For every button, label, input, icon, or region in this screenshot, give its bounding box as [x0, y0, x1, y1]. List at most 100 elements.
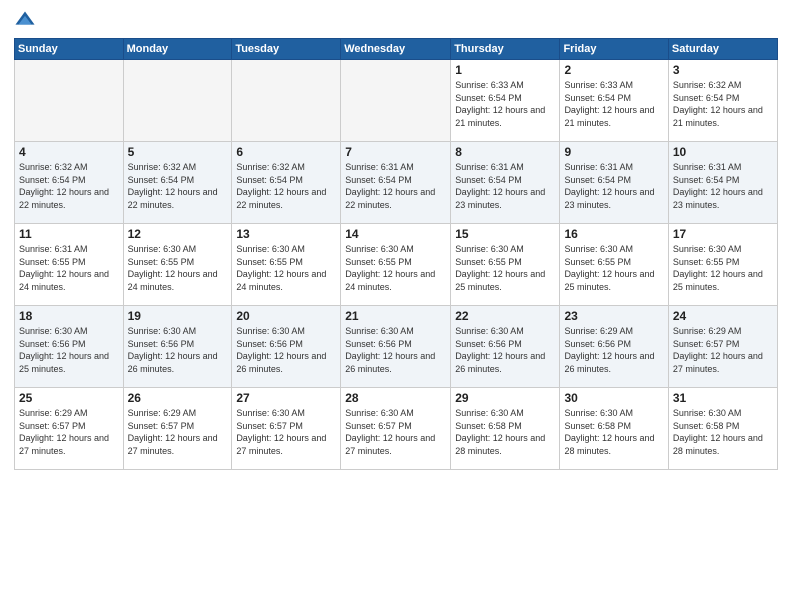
- header-day: Saturday: [668, 39, 777, 60]
- calendar-cell: 31 Sunrise: 6:30 AM Sunset: 6:58 PM Dayli…: [668, 388, 777, 470]
- day-info: Sunrise: 6:30 AM Sunset: 6:56 PM Dayligh…: [19, 325, 119, 375]
- day-info: Sunrise: 6:31 AM Sunset: 6:54 PM Dayligh…: [455, 161, 555, 211]
- header-day: Wednesday: [341, 39, 451, 60]
- day-info: Sunrise: 6:30 AM Sunset: 6:56 PM Dayligh…: [455, 325, 555, 375]
- day-info: Sunrise: 6:29 AM Sunset: 6:57 PM Dayligh…: [673, 325, 773, 375]
- day-number: 6: [236, 145, 336, 159]
- day-number: 23: [564, 309, 663, 323]
- header-day: Monday: [123, 39, 232, 60]
- day-number: 16: [564, 227, 663, 241]
- day-number: 15: [455, 227, 555, 241]
- day-info: Sunrise: 6:29 AM Sunset: 6:57 PM Dayligh…: [128, 407, 228, 457]
- day-info: Sunrise: 6:30 AM Sunset: 6:55 PM Dayligh…: [455, 243, 555, 293]
- calendar-cell: 7 Sunrise: 6:31 AM Sunset: 6:54 PM Daylig…: [341, 142, 451, 224]
- day-info: Sunrise: 6:30 AM Sunset: 6:58 PM Dayligh…: [455, 407, 555, 457]
- day-info: Sunrise: 6:30 AM Sunset: 6:55 PM Dayligh…: [345, 243, 446, 293]
- day-info: Sunrise: 6:31 AM Sunset: 6:54 PM Dayligh…: [345, 161, 446, 211]
- day-number: 19: [128, 309, 228, 323]
- calendar-cell: 13Sunrise: 6:30 AM Sunset: 6:55 PM Dayli…: [232, 224, 341, 306]
- calendar-cell: 21 Sunrise: 6:30 AM Sunset: 6:56 PM Dayli…: [341, 306, 451, 388]
- calendar-cell: 12 Sunrise: 6:30 AM Sunset: 6:55 PM Dayli…: [123, 224, 232, 306]
- header: [14, 10, 778, 32]
- calendar-cell: 26Sunrise: 6:29 AM Sunset: 6:57 PM Dayli…: [123, 388, 232, 470]
- calendar-cell: 10 Sunrise: 6:31 AM Sunset: 6:54 PM Dayli…: [668, 142, 777, 224]
- calendar-cell: 25 Sunrise: 6:29 AM Sunset: 6:57 PM Dayli…: [15, 388, 124, 470]
- calendar-cell: [15, 60, 124, 142]
- calendar-cell: [123, 60, 232, 142]
- calendar-cell: 19 Sunrise: 6:30 AM Sunset: 6:56 PM Dayli…: [123, 306, 232, 388]
- day-info: Sunrise: 6:30 AM Sunset: 6:57 PM Dayligh…: [345, 407, 446, 457]
- header-day: Sunday: [15, 39, 124, 60]
- calendar-cell: 30 Sunrise: 6:30 AM Sunset: 6:58 PM Dayli…: [560, 388, 668, 470]
- day-info: Sunrise: 6:30 AM Sunset: 6:58 PM Dayligh…: [564, 407, 663, 457]
- week-row: 1Sunrise: 6:33 AM Sunset: 6:54 PM Daylig…: [15, 60, 778, 142]
- day-info: Sunrise: 6:29 AM Sunset: 6:57 PM Dayligh…: [19, 407, 119, 457]
- day-number: 22: [455, 309, 555, 323]
- day-info: Sunrise: 6:31 AM Sunset: 6:54 PM Dayligh…: [564, 161, 663, 211]
- calendar-cell: 18 Sunrise: 6:30 AM Sunset: 6:56 PM Dayli…: [15, 306, 124, 388]
- calendar-cell: 22 Sunrise: 6:30 AM Sunset: 6:56 PM Dayli…: [451, 306, 560, 388]
- day-number: 10: [673, 145, 773, 159]
- calendar-cell: 11 Sunrise: 6:31 AM Sunset: 6:55 PM Dayli…: [15, 224, 124, 306]
- day-number: 13: [236, 227, 336, 241]
- day-number: 11: [19, 227, 119, 241]
- calendar-cell: 24Sunrise: 6:29 AM Sunset: 6:57 PM Dayli…: [668, 306, 777, 388]
- day-info: Sunrise: 6:30 AM Sunset: 6:56 PM Dayligh…: [128, 325, 228, 375]
- calendar-cell: 15 Sunrise: 6:30 AM Sunset: 6:55 PM Dayli…: [451, 224, 560, 306]
- calendar-cell: 14Sunrise: 6:30 AM Sunset: 6:55 PM Dayli…: [341, 224, 451, 306]
- day-info: Sunrise: 6:30 AM Sunset: 6:56 PM Dayligh…: [236, 325, 336, 375]
- day-info: Sunrise: 6:31 AM Sunset: 6:54 PM Dayligh…: [673, 161, 773, 211]
- day-number: 31: [673, 391, 773, 405]
- day-info: Sunrise: 6:33 AM Sunset: 6:54 PM Dayligh…: [564, 79, 663, 129]
- calendar-cell: 5 Sunrise: 6:32 AM Sunset: 6:54 PM Daylig…: [123, 142, 232, 224]
- week-row: 4Sunrise: 6:32 AM Sunset: 6:54 PM Daylig…: [15, 142, 778, 224]
- calendar-cell: 9 Sunrise: 6:31 AM Sunset: 6:54 PM Daylig…: [560, 142, 668, 224]
- header-day: Tuesday: [232, 39, 341, 60]
- calendar-cell: 1Sunrise: 6:33 AM Sunset: 6:54 PM Daylig…: [451, 60, 560, 142]
- day-info: Sunrise: 6:32 AM Sunset: 6:54 PM Dayligh…: [128, 161, 228, 211]
- week-row: 18 Sunrise: 6:30 AM Sunset: 6:56 PM Dayli…: [15, 306, 778, 388]
- calendar-cell: 3Sunrise: 6:32 AM Sunset: 6:54 PM Daylig…: [668, 60, 777, 142]
- calendar-cell: [232, 60, 341, 142]
- day-info: Sunrise: 6:32 AM Sunset: 6:54 PM Dayligh…: [19, 161, 119, 211]
- calendar-cell: 4Sunrise: 6:32 AM Sunset: 6:54 PM Daylig…: [15, 142, 124, 224]
- day-number: 27: [236, 391, 336, 405]
- day-number: 17: [673, 227, 773, 241]
- calendar-cell: [341, 60, 451, 142]
- day-info: Sunrise: 6:31 AM Sunset: 6:55 PM Dayligh…: [19, 243, 119, 293]
- calendar-cell: 16Sunrise: 6:30 AM Sunset: 6:55 PM Dayli…: [560, 224, 668, 306]
- calendar-cell: 6 Sunrise: 6:32 AM Sunset: 6:54 PM Daylig…: [232, 142, 341, 224]
- day-number: 3: [673, 63, 773, 77]
- day-info: Sunrise: 6:30 AM Sunset: 6:55 PM Dayligh…: [128, 243, 228, 293]
- header-row: SundayMondayTuesdayWednesdayThursdayFrid…: [15, 39, 778, 60]
- day-number: 7: [345, 145, 446, 159]
- day-info: Sunrise: 6:30 AM Sunset: 6:56 PM Dayligh…: [345, 325, 446, 375]
- calendar-cell: 28 Sunrise: 6:30 AM Sunset: 6:57 PM Dayli…: [341, 388, 451, 470]
- day-number: 20: [236, 309, 336, 323]
- day-number: 9: [564, 145, 663, 159]
- day-number: 12: [128, 227, 228, 241]
- calendar-table: SundayMondayTuesdayWednesdayThursdayFrid…: [14, 38, 778, 470]
- day-number: 21: [345, 309, 446, 323]
- header-day: Thursday: [451, 39, 560, 60]
- day-number: 25: [19, 391, 119, 405]
- day-number: 2: [564, 63, 663, 77]
- day-info: Sunrise: 6:30 AM Sunset: 6:58 PM Dayligh…: [673, 407, 773, 457]
- calendar-cell: 20 Sunrise: 6:30 AM Sunset: 6:56 PM Dayli…: [232, 306, 341, 388]
- header-day: Friday: [560, 39, 668, 60]
- week-row: 11 Sunrise: 6:31 AM Sunset: 6:55 PM Dayli…: [15, 224, 778, 306]
- calendar-cell: 17Sunrise: 6:30 AM Sunset: 6:55 PM Dayli…: [668, 224, 777, 306]
- day-number: 29: [455, 391, 555, 405]
- week-row: 25 Sunrise: 6:29 AM Sunset: 6:57 PM Dayli…: [15, 388, 778, 470]
- day-number: 28: [345, 391, 446, 405]
- day-number: 18: [19, 309, 119, 323]
- page: SundayMondayTuesdayWednesdayThursdayFrid…: [0, 0, 792, 612]
- day-number: 30: [564, 391, 663, 405]
- day-number: 5: [128, 145, 228, 159]
- calendar-cell: 27Sunrise: 6:30 AM Sunset: 6:57 PM Dayli…: [232, 388, 341, 470]
- logo: [14, 10, 40, 32]
- logo-icon: [14, 10, 36, 32]
- day-info: Sunrise: 6:33 AM Sunset: 6:54 PM Dayligh…: [455, 79, 555, 129]
- day-info: Sunrise: 6:32 AM Sunset: 6:54 PM Dayligh…: [236, 161, 336, 211]
- day-number: 8: [455, 145, 555, 159]
